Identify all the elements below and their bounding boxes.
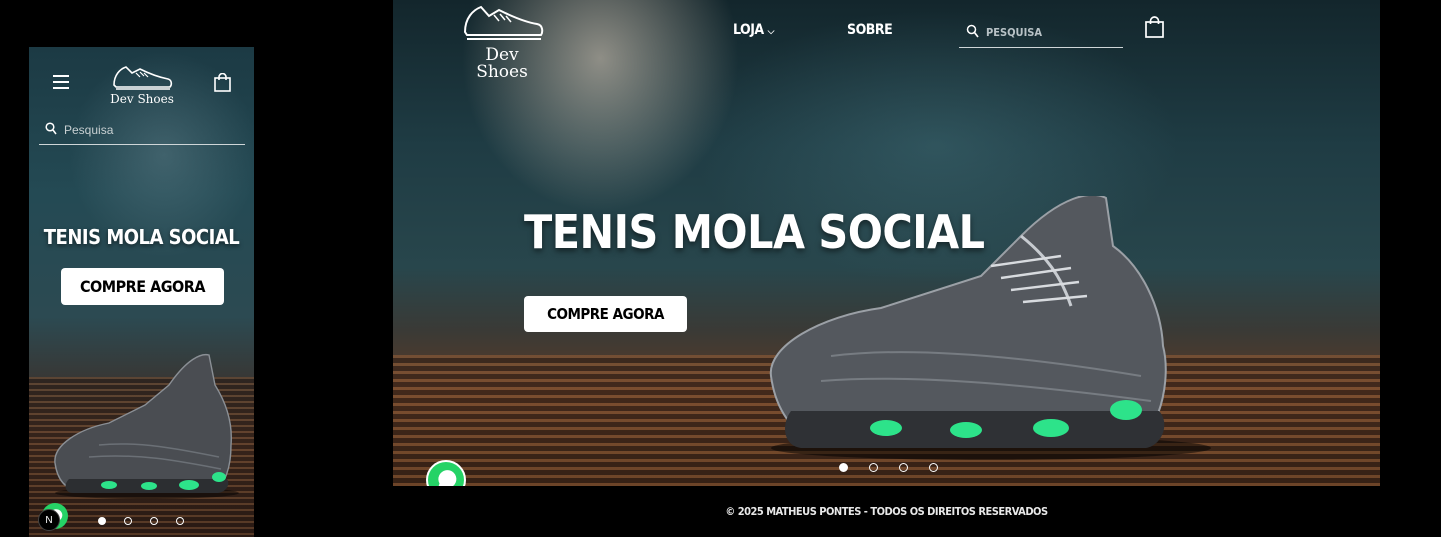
footer: © 2025 MATHEUS PONTES - TODOS OS DIREITO… [393, 486, 1380, 537]
shopping-bag-icon[interactable] [214, 72, 231, 97]
brand-logo-text: Dev Shoes [110, 92, 174, 106]
mobile-preview: Dev Shoes TENIS MOLA SOCIAL COMPRE AGORA… [29, 47, 254, 537]
carousel-dot[interactable] [869, 463, 878, 472]
hero-title: TENIS MOLA SOCIAL [43, 225, 240, 249]
buy-now-button[interactable]: COMPRE AGORA [524, 296, 687, 332]
mobile-search-bar[interactable] [39, 119, 245, 145]
search-icon [45, 122, 57, 140]
shopping-bag-icon[interactable] [1145, 16, 1164, 43]
nextjs-badge-icon[interactable]: N [38, 509, 60, 531]
carousel-dot[interactable] [98, 517, 106, 525]
sneaker-logo-icon [463, 5, 544, 40]
search-input[interactable] [64, 121, 234, 139]
brand-logo[interactable]: Dev Shoes [457, 2, 547, 81]
sneaker-product-image [761, 193, 1211, 471]
hamburger-menu-icon[interactable] [53, 75, 69, 89]
brand-logo[interactable]: Dev Shoes [107, 63, 177, 107]
search-icon [966, 24, 979, 43]
chevron-down-icon: ⌵ [767, 27, 775, 37]
sneaker-product-image [49, 345, 239, 510]
search-input[interactable] [986, 22, 1116, 42]
carousel-dot[interactable] [150, 517, 158, 525]
buy-now-button[interactable]: COMPRE AGORA [61, 268, 224, 305]
carousel-dots [98, 517, 184, 525]
desktop-preview: Dev Shoes LOJA ⌵ SOBRE TENIS MOLA SOCIAL… [393, 0, 1380, 486]
carousel-dots [839, 463, 938, 472]
desktop-search-bar[interactable] [959, 17, 1123, 48]
brand-logo-text: Dev Shoes [476, 45, 528, 82]
nav-loja-label: LOJA [733, 22, 764, 38]
nav-sobre[interactable]: SOBRE [847, 22, 893, 38]
carousel-dot[interactable] [124, 517, 132, 525]
footer-copyright: © 2025 MATHEUS PONTES - TODOS OS DIREITO… [725, 505, 1048, 518]
carousel-dot[interactable] [929, 463, 938, 472]
nav-loja[interactable]: LOJA ⌵ [733, 22, 774, 38]
carousel-dot[interactable] [899, 463, 908, 472]
sneaker-logo-icon [113, 66, 173, 90]
carousel-dot[interactable] [176, 517, 184, 525]
carousel-dot[interactable] [839, 463, 848, 472]
